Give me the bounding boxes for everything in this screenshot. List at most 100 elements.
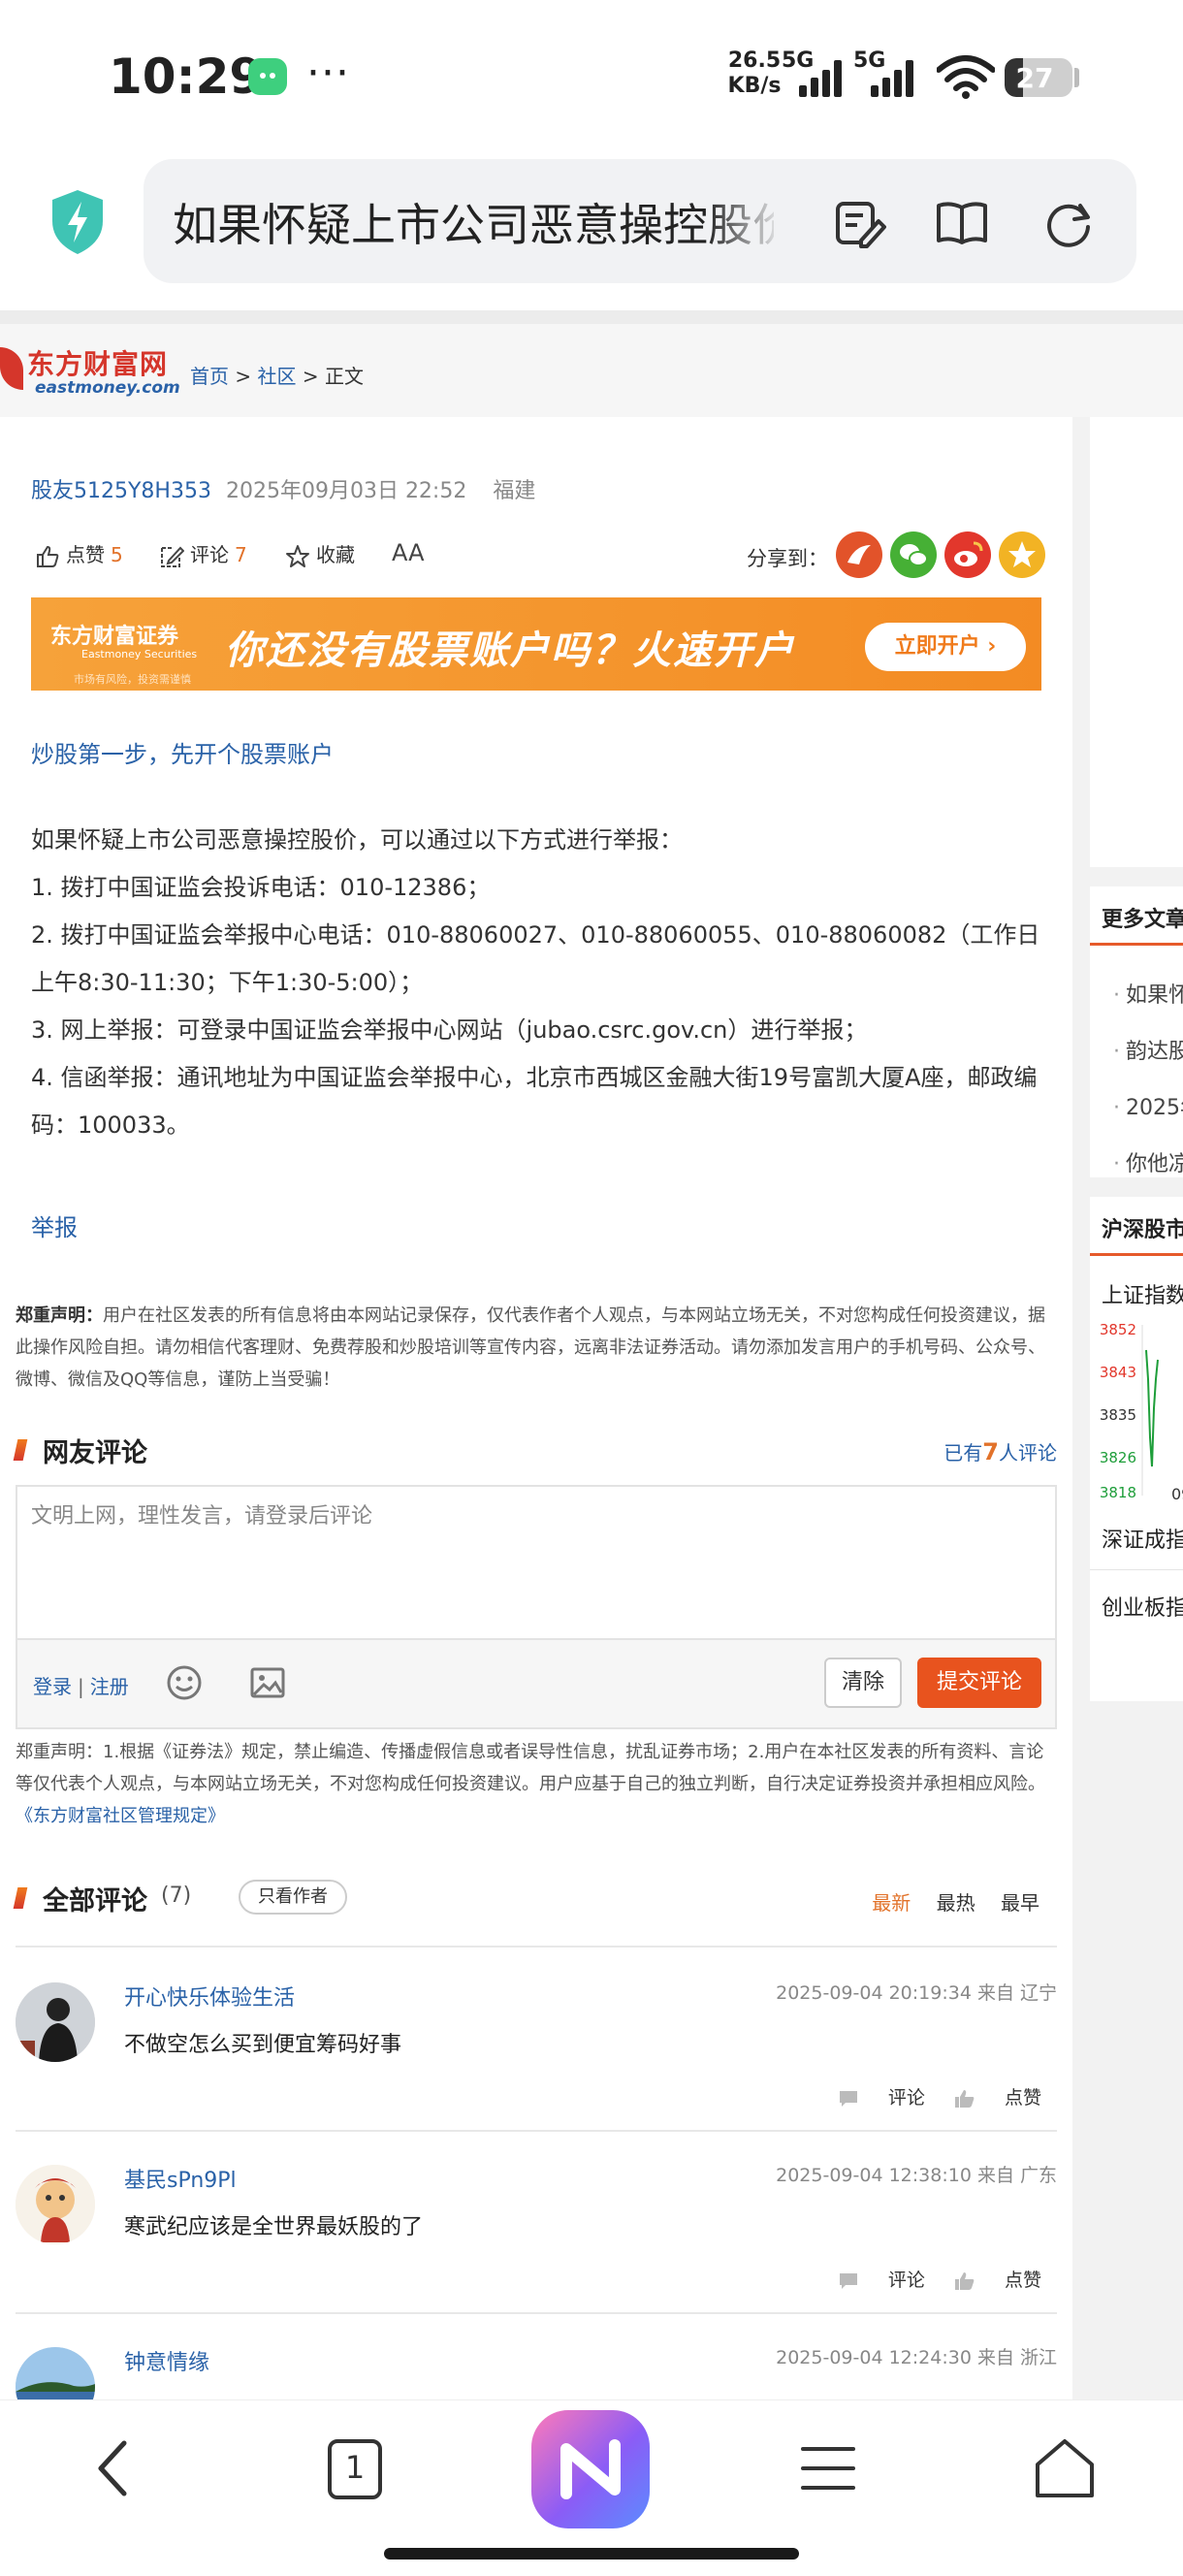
page-separator bbox=[0, 310, 1183, 324]
network-speed: 26.5 KB/s bbox=[727, 48, 782, 98]
edit-note-icon[interactable] bbox=[832, 196, 886, 250]
tab-count: 1 bbox=[344, 2449, 366, 2486]
emoji-icon[interactable] bbox=[165, 1663, 204, 1702]
status-bar: 10:29 ··· 26.5 KB/s 5G 5G 27 bbox=[0, 0, 1183, 145]
comment-button[interactable]: 评论 7 bbox=[159, 539, 247, 569]
refresh-icon[interactable] bbox=[1041, 196, 1096, 250]
post-body: 如果怀疑上市公司恶意操控股价，可以通过以下方式进行举报： 1. 拨打中国证监会投… bbox=[31, 817, 1049, 1149]
home-icon[interactable] bbox=[1026, 2430, 1103, 2507]
reply-button[interactable]: 评论 bbox=[838, 2270, 925, 2291]
breadcrumb-home[interactable]: 首页 bbox=[190, 365, 229, 388]
share-label: 分享到： bbox=[747, 547, 828, 570]
more-articles-title: 更多文章 bbox=[1102, 908, 1183, 932]
sidebar-ad-slot bbox=[1090, 417, 1183, 867]
all-comments-header: 全部评论 (7) 只看作者 最新 最热 最早 bbox=[13, 1880, 1057, 1918]
like-button[interactable]: 点赞 5 bbox=[35, 539, 123, 569]
sz-index-label[interactable]: 深证成指 bbox=[1102, 1523, 1183, 1554]
thumb-up-icon bbox=[37, 545, 59, 567]
menu-icon[interactable] bbox=[789, 2430, 867, 2507]
svg-text:3818: 3818 bbox=[1100, 1484, 1136, 1499]
battery-tip bbox=[1074, 68, 1079, 87]
banner-slogan: 你还没有股票账户吗？火速开户 bbox=[225, 628, 795, 673]
signal-icon-2 bbox=[871, 60, 919, 97]
market-box: 沪深股市 上证指数 3852 3843 3835 3826 3818 09 深证… bbox=[1090, 1197, 1183, 1701]
comment-like-button[interactable]: 点赞 bbox=[954, 2087, 1041, 2109]
report-link[interactable]: 举报 bbox=[31, 1208, 78, 1242]
breadcrumb-current: 正文 bbox=[324, 365, 364, 388]
comment-item: 钟意情缘 2025-09-04 12:24:30 来自 浙江 bbox=[16, 2314, 1057, 2399]
battery-level: 27 bbox=[1015, 62, 1054, 94]
more-article-link[interactable]: 韵达股 bbox=[1113, 1034, 1183, 1065]
market-title: 沪深股市 bbox=[1102, 1218, 1183, 1242]
post-location: 福建 bbox=[493, 479, 536, 503]
wifi-icon bbox=[937, 55, 995, 99]
favorite-button[interactable]: 收藏 bbox=[285, 539, 355, 569]
author-name[interactable]: 股友5125Y8H353 bbox=[31, 479, 211, 503]
only-author-button[interactable]: 只看作者 bbox=[239, 1880, 347, 1915]
submit-comment-button[interactable]: 提交评论 bbox=[917, 1658, 1041, 1708]
comments-box-title: 网友评论 bbox=[43, 1438, 147, 1468]
comment-meta: 2025-09-04 20:19:34 来自 辽宁 bbox=[776, 1982, 1057, 2004]
reply-button[interactable]: 评论 bbox=[838, 2087, 925, 2109]
comment-text: 寒武纪应该是全世界最妖股的了 bbox=[124, 2215, 424, 2239]
register-link[interactable]: 注册 bbox=[90, 1675, 129, 1698]
comment-count[interactable]: 已有7人评论 bbox=[943, 1437, 1057, 1465]
commenter-name[interactable]: 开心快乐体验生活 bbox=[124, 1980, 295, 2012]
share-qzone-icon[interactable] bbox=[999, 531, 1045, 578]
ai-logo-icon bbox=[560, 2439, 621, 2499]
svg-text:3835: 3835 bbox=[1100, 1406, 1136, 1424]
comment-placeholder: 文明上网，理性发言，请登录后评论 bbox=[31, 1504, 373, 1529]
share-weibo-icon[interactable] bbox=[944, 531, 991, 578]
clear-button[interactable]: 清除 bbox=[824, 1658, 902, 1708]
url-text[interactable]: 如果怀疑上市公司恶意操控股价，可以通过以下方式进行举报 bbox=[173, 190, 774, 254]
login-link[interactable]: 登录 bbox=[33, 1675, 72, 1698]
home-indicator bbox=[384, 2548, 799, 2560]
open-account-banner[interactable]: 东方财富证券 Eastmoney Securities 市场有风险，投资需谨慎 … bbox=[31, 597, 1041, 691]
image-upload-icon[interactable] bbox=[248, 1663, 287, 1702]
sh-index-sparkline[interactable]: 3852 3843 3835 3826 3818 09 bbox=[1090, 1321, 1183, 1499]
post-actions: 点赞 5 评论 7 收藏 AA 分享到： bbox=[35, 531, 1045, 580]
sh-index-label[interactable]: 上证指数 bbox=[1102, 1278, 1183, 1309]
comment-like-button[interactable]: 点赞 bbox=[954, 2270, 1041, 2291]
more-article-link[interactable]: 如果怀 bbox=[1113, 978, 1183, 1009]
commenter-name[interactable]: 钟意情缘 bbox=[124, 2345, 209, 2376]
wechat-notification-icon bbox=[248, 58, 287, 95]
open-account-button[interactable]: 立即开户 › bbox=[865, 623, 1026, 671]
more-article-link[interactable]: 2025年 bbox=[1113, 1090, 1183, 1121]
post-paragraph: 如果怀疑上市公司恶意操控股价，可以通过以下方式进行举报： bbox=[31, 826, 683, 853]
font-size-button[interactable]: AA bbox=[392, 539, 425, 566]
star-icon bbox=[286, 544, 309, 567]
address-bar[interactable]: 如果怀疑上市公司恶意操控股价，可以通过以下方式进行举报 bbox=[144, 159, 1136, 283]
avatar[interactable] bbox=[16, 2347, 95, 2399]
open-account-link[interactable]: 炒股第一步，先开个股票账户 bbox=[31, 735, 334, 769]
ai-assistant-button[interactable] bbox=[531, 2410, 650, 2528]
tabs-button[interactable]: 1 bbox=[316, 2430, 394, 2507]
more-article-link[interactable]: 你他凉 bbox=[1113, 1146, 1183, 1177]
reader-mode-icon[interactable] bbox=[935, 196, 989, 250]
post-date: 2025年09月03日 22:52 bbox=[225, 479, 467, 503]
commenter-name[interactable]: 基民sPn9Pl bbox=[124, 2163, 237, 2194]
comment-bubble-icon bbox=[839, 2090, 857, 2107]
sort-oldest[interactable]: 最早 bbox=[1001, 1891, 1039, 1915]
browser-bottom-bar: 1 bbox=[0, 2399, 1183, 2576]
eastmoney-logo[interactable]: 东方财富网 eastmoney.com bbox=[0, 343, 184, 402]
sort-newest[interactable]: 最新 bbox=[872, 1891, 911, 1915]
comment-text: 不做空怎么买到便宜筹码好事 bbox=[124, 2033, 402, 2057]
comment-input[interactable]: 文明上网，理性发言，请登录后评论 bbox=[16, 1485, 1057, 1640]
sort-hottest[interactable]: 最热 bbox=[937, 1891, 975, 1915]
post-meta: 股友5125Y8H353 2025年09月03日 22:52 福建 bbox=[31, 473, 535, 504]
edit-comment-icon bbox=[161, 546, 185, 567]
avatar[interactable] bbox=[16, 2165, 95, 2244]
more-articles-box: 更多文章 如果怀 韵达股 2025年 你他凉 bbox=[1090, 886, 1183, 1177]
font-size-icon: AA bbox=[392, 539, 425, 566]
battery-icon: 27 bbox=[1005, 58, 1072, 97]
back-icon[interactable] bbox=[78, 2430, 155, 2507]
avatar[interactable] bbox=[16, 1982, 95, 2062]
cyb-index-label[interactable]: 创业板指 bbox=[1102, 1591, 1183, 1622]
article-column: 股友5125Y8H353 2025年09月03日 22:52 福建 点赞 5 评论… bbox=[0, 417, 1072, 2399]
share-wechat-icon[interactable] bbox=[890, 531, 937, 578]
shield-icon[interactable] bbox=[48, 188, 107, 256]
community-rules-link[interactable]: 《东方财富社区管理规定》 bbox=[16, 1806, 225, 1826]
breadcrumb-community[interactable]: 社区 bbox=[257, 365, 296, 388]
share-douyin-icon[interactable] bbox=[836, 531, 882, 578]
